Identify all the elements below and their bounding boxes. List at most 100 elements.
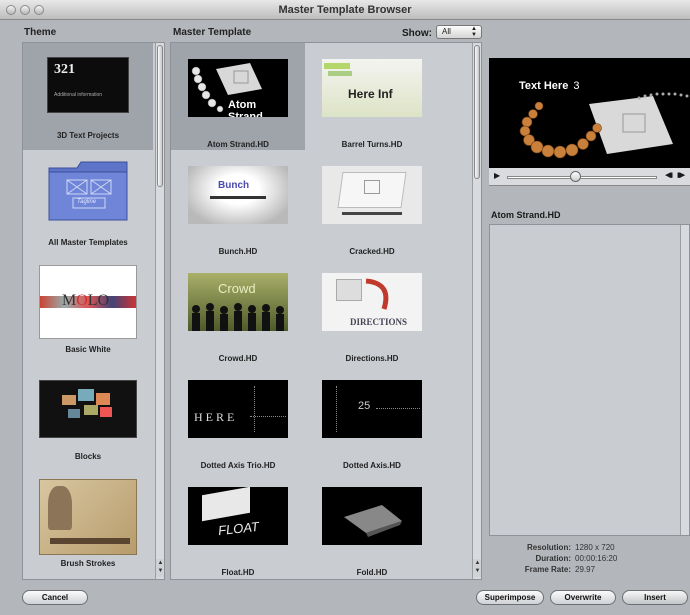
- show-dropdown[interactable]: All ▲ ▼: [436, 25, 482, 39]
- template-scroll-thumb[interactable]: [474, 45, 480, 179]
- theme-item-label: Basic White: [65, 345, 111, 354]
- transport-bar: ▶ ◀▮ ▮▶: [489, 168, 690, 186]
- template-float[interactable]: FLOAT Float.HD: [171, 471, 305, 578]
- template-thumbnail: Crowd: [188, 273, 288, 331]
- theme-thumbnail: [39, 479, 137, 555]
- template-bunch[interactable]: Bunch Bunch.HD: [171, 150, 305, 257]
- resolution-label: Resolution:: [527, 543, 571, 552]
- folder-tagline: Tagline: [77, 199, 97, 205]
- template-thumbnail: [322, 166, 422, 224]
- template-crowd[interactable]: Crowd Crowd.HD: [171, 257, 305, 364]
- master-template-grid[interactable]: Atom Strand Atom Strand.HD Here Inf Barr…: [170, 42, 482, 580]
- theme-item-label: Brush Strokes: [60, 559, 116, 568]
- overwrite-button[interactable]: Overwrite: [550, 590, 616, 605]
- template-directions[interactable]: DIRECTIONS Directions.HD: [305, 257, 439, 364]
- template-barrel-turns[interactable]: Here Inf Barrel Turns.HD: [305, 43, 439, 150]
- preview-canvas: Text Here 3: [489, 58, 690, 168]
- theme-scroll-thumb[interactable]: [157, 45, 163, 187]
- theme-header: Theme: [24, 27, 57, 38]
- frame-back-icon[interactable]: ◀▮: [665, 171, 673, 179]
- template-label: Crowd.HD: [218, 354, 258, 363]
- scroll-arrows-icon[interactable]: ▲ ▼: [473, 559, 481, 577]
- master-template-header: Master Template: [173, 27, 252, 38]
- template-thumbnail: 25: [322, 380, 422, 438]
- thumb-text: FLOAT: [217, 518, 260, 539]
- template-label: Barrel Turns.HD: [341, 140, 403, 149]
- thumb-text: HERE: [194, 410, 238, 424]
- thumb-text: 321: [54, 62, 75, 77]
- template-atom-strand[interactable]: Atom Strand Atom Strand.HD: [171, 43, 305, 150]
- resolution-value: 1280 x 720: [575, 543, 615, 552]
- thumb-text: 25: [358, 400, 371, 412]
- framerate-value: 29.97: [575, 565, 596, 574]
- template-scrollbar[interactable]: ▲ ▼: [472, 43, 481, 579]
- theme-item-all-master-templates[interactable]: Tagline All Master Templates: [23, 150, 153, 257]
- theme-item-brush-strokes[interactable]: Brush Strokes: [23, 471, 153, 578]
- framerate-label: Frame Rate:: [524, 565, 571, 574]
- template-label: Dotted Axis.HD: [343, 461, 401, 470]
- thumb-letter-m: M: [62, 292, 77, 309]
- theme-thumbnail: MOLO: [39, 265, 137, 339]
- show-dropdown-value: All: [442, 27, 451, 36]
- template-dotted-axis-trio[interactable]: HERE Dotted Axis Trio.HD: [171, 364, 305, 471]
- preview-overlay-number: 3: [573, 80, 580, 92]
- insert-button[interactable]: Insert: [622, 590, 688, 605]
- window-title: Master Template Browser: [278, 4, 412, 16]
- thumb-text: Atom Strand: [228, 99, 263, 117]
- template-label: Atom Strand.HD: [207, 140, 269, 149]
- template-label: Dotted Axis Trio.HD: [200, 461, 276, 470]
- template-thumbnail: DIRECTIONS: [322, 273, 422, 331]
- template-fold[interactable]: Fold.HD: [305, 471, 439, 578]
- superimpose-button[interactable]: Superimpose: [476, 590, 544, 605]
- theme-item-label: All Master Templates: [48, 238, 128, 247]
- template-thumbnail: HERE: [188, 380, 288, 438]
- template-cracked[interactable]: Cracked.HD: [305, 150, 439, 257]
- theme-thumbnail: [39, 380, 137, 438]
- scrubber-track[interactable]: [507, 176, 657, 179]
- thumb-text: DIRECTIONS: [350, 317, 408, 327]
- theme-item-blocks[interactable]: Blocks: [23, 364, 153, 471]
- close-window-button[interactable]: [6, 5, 16, 15]
- thumb-subtext: Additional information: [54, 92, 103, 98]
- template-label: Fold.HD: [356, 568, 388, 577]
- theme-item-basic-white[interactable]: MOLO Basic White: [23, 257, 153, 364]
- detail-scrollbar[interactable]: [680, 225, 689, 535]
- theme-scrollbar[interactable]: ▲ ▼: [155, 43, 164, 579]
- updown-arrows-icon: ▲ ▼: [471, 26, 477, 38]
- template-thumbnail: FLOAT: [188, 487, 288, 545]
- theme-item-label: 3D Text Projects: [56, 131, 120, 140]
- resolution-row: Resolution: 1280 x 720: [501, 543, 615, 552]
- play-icon[interactable]: ▶: [494, 171, 500, 180]
- thumb-text: Crowd: [218, 281, 256, 296]
- selected-template-name: Atom Strand.HD: [491, 210, 561, 220]
- template-thumbnail: Here Inf: [322, 59, 422, 117]
- thumb-letters-lo: LO: [87, 292, 110, 309]
- duration-label: Duration:: [535, 554, 571, 563]
- scroll-arrows-icon[interactable]: ▲ ▼: [156, 559, 164, 577]
- template-detail-pane: [489, 224, 690, 536]
- theme-item-label: Blocks: [74, 452, 102, 461]
- thumb-letter-o: O: [76, 292, 88, 309]
- zoom-window-button[interactable]: [34, 5, 44, 15]
- template-label: Float.HD: [221, 568, 255, 577]
- title-bar: Master Template Browser: [0, 0, 690, 20]
- thumb-text: Bunch: [218, 180, 250, 191]
- frame-forward-icon[interactable]: ▮▶: [677, 171, 685, 179]
- minimize-window-button[interactable]: [20, 5, 30, 15]
- template-label: Bunch.HD: [218, 247, 258, 256]
- template-dotted-axis[interactable]: 25 Dotted Axis.HD: [305, 364, 439, 471]
- duration-value: 00:00:16:20: [575, 554, 618, 563]
- template-thumbnail: Atom Strand: [188, 59, 288, 117]
- folder-icon: Tagline: [47, 160, 129, 222]
- duration-row: Duration: 00:00:16:20: [501, 554, 617, 563]
- template-label: Cracked.HD: [349, 247, 395, 256]
- theme-thumbnail: 321 Additional information: [47, 57, 129, 113]
- theme-list[interactable]: 321 Additional information 3D Text Proje…: [22, 42, 165, 580]
- theme-item-3d-text-projects[interactable]: 321 Additional information 3D Text Proje…: [23, 43, 153, 150]
- template-thumbnail: [322, 487, 422, 545]
- cancel-button[interactable]: Cancel: [22, 590, 88, 605]
- playhead-knob[interactable]: [569, 171, 581, 182]
- template-thumbnail: Bunch: [188, 166, 288, 224]
- template-label: Directions.HD: [345, 354, 399, 363]
- framerate-row: Frame Rate: 29.97: [501, 565, 595, 574]
